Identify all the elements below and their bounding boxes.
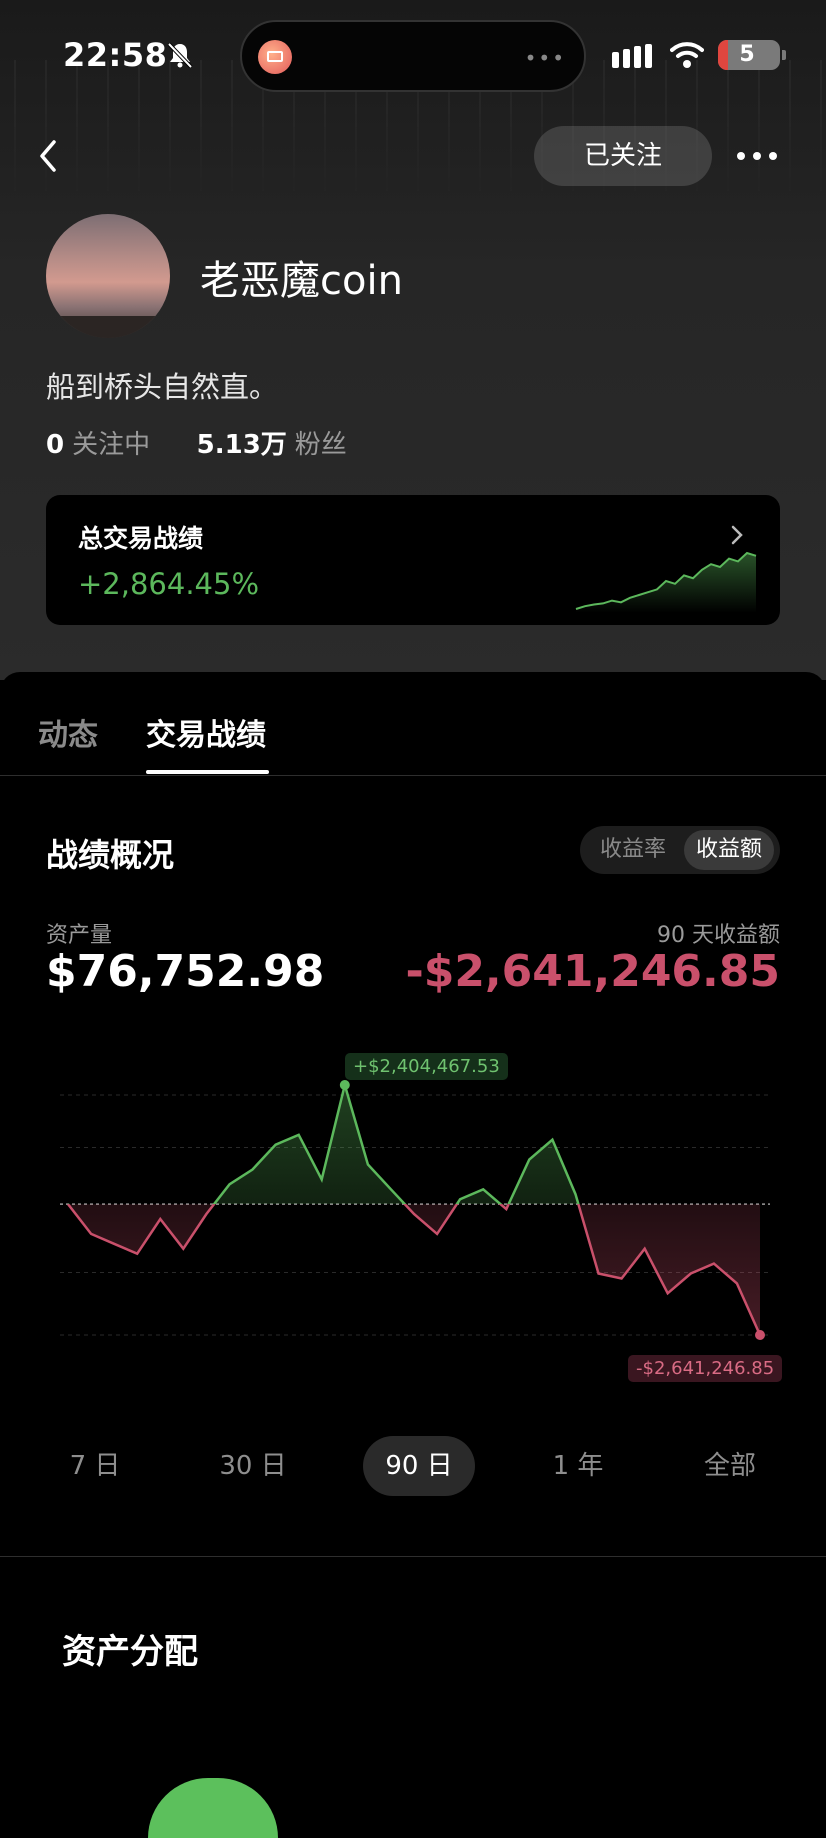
signal-icon [612,44,652,68]
range-30d[interactable]: 30 日 [208,1436,298,1496]
battery-cap [782,50,786,60]
range-7d[interactable]: 7 日 [60,1436,130,1496]
section-divider [0,1556,826,1557]
tab-dynamic[interactable]: 动态 [38,710,98,754]
followers-count[interactable]: 5.13万 [197,430,287,460]
island-more-icon: ••• [524,46,566,70]
pnl-label: 90 天收益额 [657,923,780,948]
dynamic-island[interactable]: ••• [240,20,586,92]
tab-trading-record[interactable]: 交易战绩 [146,710,266,754]
followers-label[interactable]: 粉丝 [295,430,347,460]
more-dots-icon[interactable] [734,143,780,169]
chart-min-label: -$2,641,246.85 [628,1355,783,1382]
chart-min-point [755,1330,765,1340]
avatar[interactable] [46,214,170,338]
total-performance-card[interactable]: 总交易战绩 +2,864.45% [46,495,780,625]
pnl-value: -$2,641,246.85 [405,946,780,997]
chart-area-negative [68,1204,760,1335]
battery-icon: 5 [718,40,780,70]
tab-active-indicator [146,770,269,774]
pnl-line-chart[interactable] [60,1050,780,1390]
chart-max-point [339,1080,350,1090]
chevron-left-icon[interactable] [34,138,62,174]
tab-divider [0,775,826,776]
metric-toggle: 收益率 收益额 [580,826,780,874]
asset-label: 资产量 [46,923,113,948]
allocation-title: 资产分配 [62,1632,198,1672]
bell-off-icon [167,42,193,69]
following-button[interactable]: 已关注 [534,126,712,186]
username: 老恶魔coin [200,258,403,304]
bio: 船到桥头自然直。 [46,370,279,404]
performance-sparkline [575,551,757,613]
range-90d[interactable]: 90 日 [363,1436,475,1496]
toggle-return-rate[interactable]: 收益率 [586,826,680,874]
total-performance-title: 总交易战绩 [78,524,204,553]
status-time: 22:58 [63,36,168,74]
range-1y[interactable]: 1 年 [540,1436,616,1496]
battery-percent: 5 [739,42,755,67]
follow-stats: 0 关注中 5.13万 粉丝 [46,424,347,461]
asset-value: $76,752.98 [46,946,325,997]
overview-title: 战绩概况 [46,836,175,874]
total-performance-value: +2,864.45% [78,567,259,601]
chevron-right-icon [731,525,743,545]
mail-app-icon[interactable] [258,40,292,74]
following-count[interactable]: 0 [46,430,64,460]
chart-max-label: +$2,404,467.53 [345,1053,508,1080]
toggle-return-amount[interactable]: 收益额 [684,830,774,870]
range-all[interactable]: 全部 [692,1436,768,1496]
wifi-icon [670,42,704,68]
following-label[interactable]: 关注中 [72,430,150,460]
